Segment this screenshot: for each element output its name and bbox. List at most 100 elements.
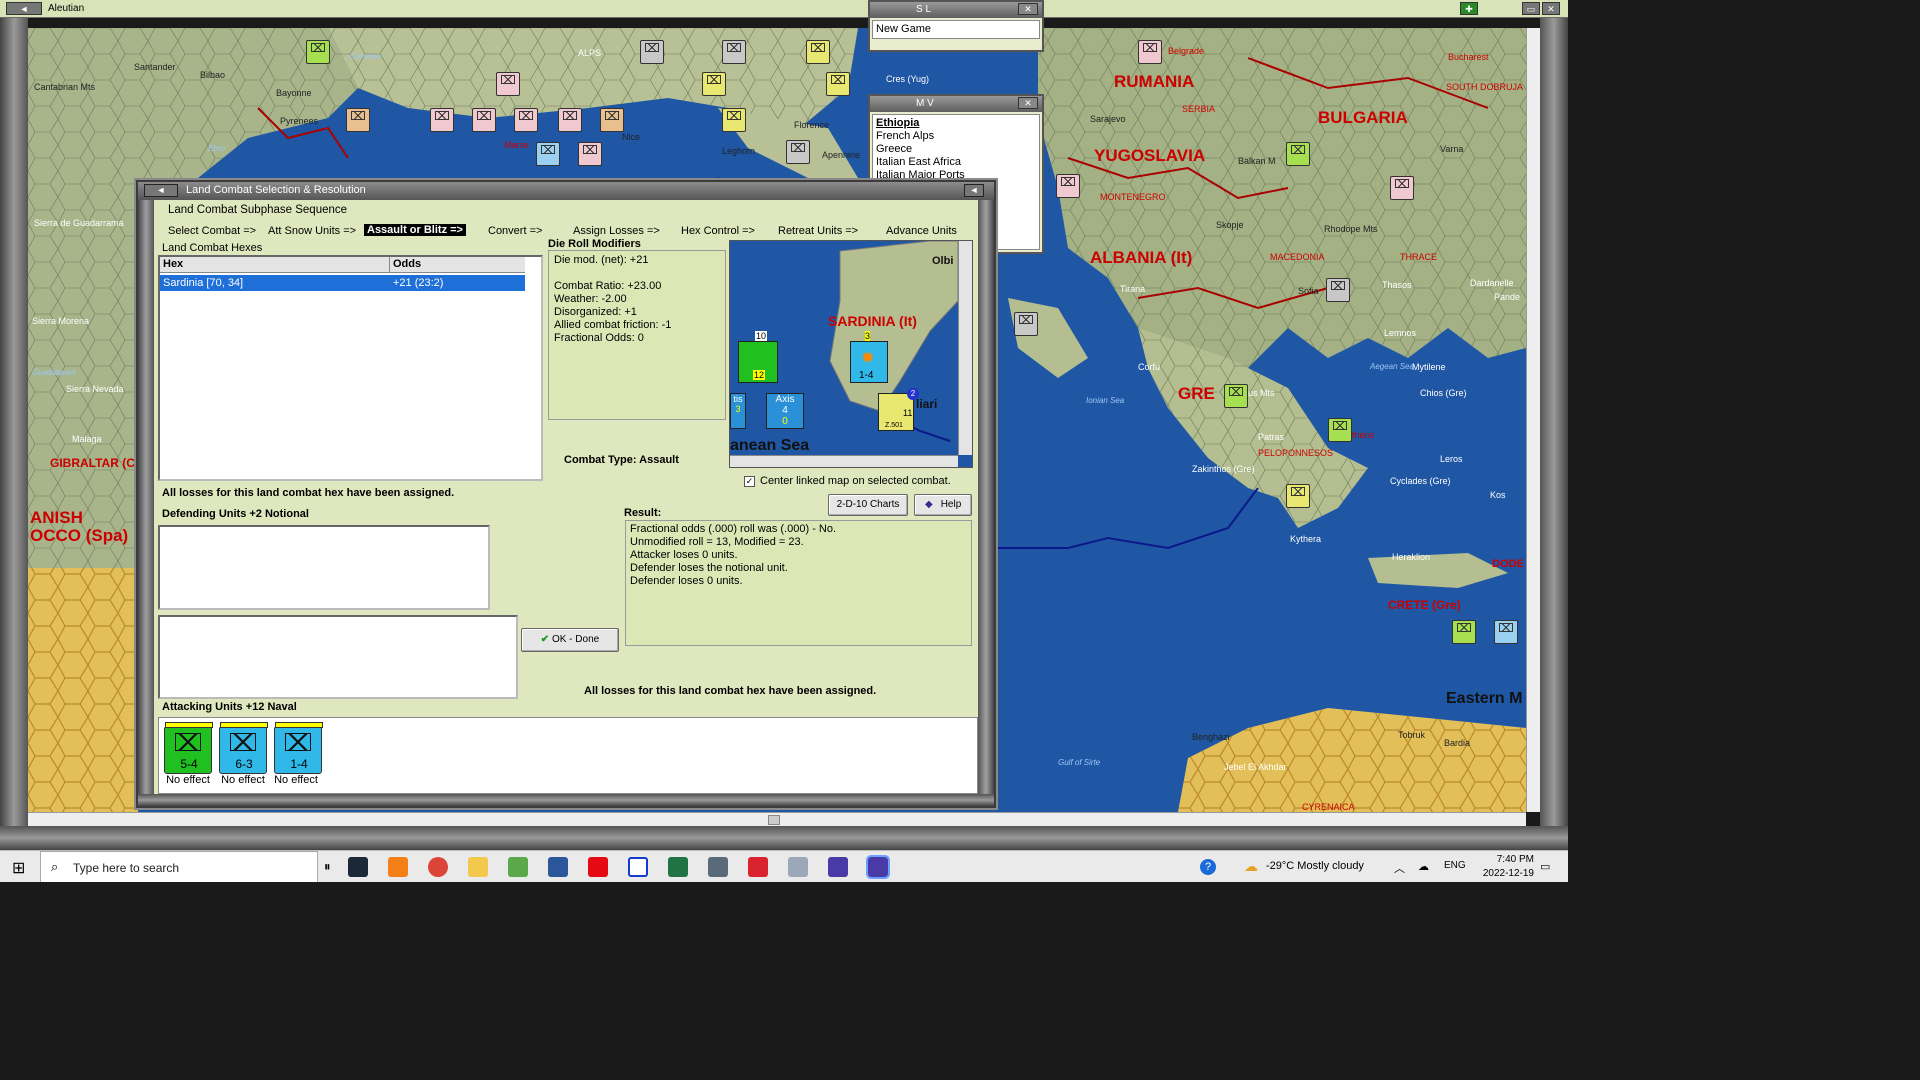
sl-panel-item[interactable]: New Game xyxy=(872,20,1040,39)
mv-list-item[interactable]: Ethiopia xyxy=(876,117,1036,130)
minimap-defender-counter[interactable]: 3 ✹ 1-4 xyxy=(850,331,888,383)
clock[interactable]: 7:40 PM 2022-12-19 xyxy=(1476,853,1534,881)
notifications-icon[interactable]: ▭ xyxy=(1540,860,1550,873)
weather-text[interactable]: -29°C Mostly cloudy xyxy=(1266,860,1364,872)
file-explorer-icon[interactable] xyxy=(468,857,488,877)
minimap-horizontal-scrollbar[interactable] xyxy=(730,455,958,467)
language-indicator[interactable]: ENG xyxy=(1444,860,1466,871)
help-button[interactable]: ◆ Help xyxy=(914,494,972,516)
help-tray-icon[interactable]: ? xyxy=(1200,859,1216,875)
windows-start-icon[interactable]: ⊞ xyxy=(12,858,25,878)
window-app-icon[interactable] xyxy=(788,857,808,877)
map-unit-counter[interactable] xyxy=(346,108,370,132)
hex-column-header[interactable]: Hex xyxy=(160,257,390,273)
steam-icon[interactable] xyxy=(348,857,368,877)
task-view-icon[interactable]: ⏸ xyxy=(324,859,331,875)
map-unit-counter[interactable] xyxy=(1326,278,1350,302)
mv-list-item[interactable]: Italian East Africa xyxy=(876,156,1036,169)
mv-panel-close-icon[interactable]: ✕ xyxy=(1018,97,1038,109)
map-unit-counter[interactable] xyxy=(1494,620,1518,644)
ok-done-button[interactable]: ✔ OK - Done xyxy=(521,628,619,652)
minimap-air-top: 2 xyxy=(907,388,919,400)
word-icon[interactable] xyxy=(548,857,568,877)
sl-panel-close-icon[interactable]: ✕ xyxy=(1018,3,1038,15)
seq-assign-losses[interactable]: Assign Losses => xyxy=(573,225,660,237)
map-unit-counter[interactable] xyxy=(786,140,810,164)
map-unit-counter[interactable] xyxy=(1328,418,1352,442)
map-unit-counter[interactable] xyxy=(536,142,560,166)
minimap-label-olbia: Olbi xyxy=(932,255,954,267)
close-icon[interactable]: ✕ xyxy=(1542,2,1560,15)
minimap-air-counter[interactable]: 2 11 Z.501 xyxy=(878,388,919,431)
sl-panel-title: S L xyxy=(916,4,932,15)
minimap-stack-counter[interactable]: 10 12 xyxy=(738,331,778,383)
map-unit-counter[interactable] xyxy=(558,108,582,132)
map-unit-counter[interactable] xyxy=(806,40,830,64)
map-unit-counter[interactable] xyxy=(1224,384,1248,408)
minimap-vertical-scrollbar[interactable] xyxy=(958,241,972,455)
map-unit-counter[interactable] xyxy=(1056,174,1080,198)
excel-icon[interactable] xyxy=(668,857,688,877)
chrome-icon[interactable] xyxy=(428,857,448,877)
linked-minimap[interactable]: SARDINIA (It) Olbi liari anean Sea 10 12… xyxy=(729,240,973,468)
map-unit-counter[interactable] xyxy=(1390,176,1414,200)
map-unit-counter[interactable] xyxy=(1138,40,1162,64)
map-unit-counter[interactable] xyxy=(1014,312,1038,336)
tray-chevron-icon[interactable]: ︿ xyxy=(1394,860,1405,876)
map-unit-counter[interactable] xyxy=(722,108,746,132)
map-unit-counter[interactable] xyxy=(826,72,850,96)
acrobat-icon[interactable] xyxy=(748,857,768,877)
seq-convert[interactable]: Convert => xyxy=(488,225,542,237)
map-unit-counter[interactable] xyxy=(702,72,726,96)
map-vertical-scrollbar[interactable] xyxy=(1526,28,1540,812)
odds-column-header[interactable]: Odds xyxy=(390,257,525,273)
seq-att-snow-units[interactable]: Att Snow Units => xyxy=(268,225,356,237)
minimap-left-box[interactable]: tis 3 xyxy=(730,393,746,429)
mv-list-item[interactable]: French Alps xyxy=(876,130,1036,143)
system-menu-icon[interactable]: ◄ xyxy=(6,2,42,15)
seq-hex-control[interactable]: Hex Control => xyxy=(681,225,755,237)
attacking-unit-1[interactable]: 5-4 xyxy=(164,722,213,774)
map-horizontal-scrollbar[interactable] xyxy=(28,812,1526,826)
calculator-icon[interactable] xyxy=(708,857,728,877)
charts-button[interactable]: 2-D-10 Charts xyxy=(828,494,908,516)
seq-assault-or-blitz[interactable]: Assault or Blitz => xyxy=(364,224,466,236)
map-unit-counter[interactable] xyxy=(472,108,496,132)
attacking-unit-2[interactable]: 6-3 xyxy=(219,722,268,774)
dialog-close-icon[interactable]: ◄ xyxy=(964,184,984,197)
game-app-active-icon[interactable] xyxy=(866,855,890,879)
map-unit-counter[interactable] xyxy=(1452,620,1476,644)
map-unit-counter[interactable] xyxy=(722,40,746,64)
result-label: Result: xyxy=(624,507,662,519)
attacking-unit-3[interactable]: 1-4 xyxy=(274,722,323,774)
taskbar-search[interactable]: ⌕ Type here to search xyxy=(40,851,318,882)
scroll-thumb[interactable] xyxy=(768,815,780,825)
map-unit-counter[interactable] xyxy=(514,108,538,132)
map-unit-counter[interactable] xyxy=(430,108,454,132)
map-unit-counter[interactable] xyxy=(1286,484,1310,508)
dialog-menu-icon[interactable]: ◄ xyxy=(144,184,178,197)
network-icon[interactable]: ☁ xyxy=(1418,860,1429,873)
attacking-unit-3-effect: No effect xyxy=(274,774,318,786)
vlc-icon[interactable] xyxy=(388,857,408,877)
disney-plus-icon[interactable] xyxy=(628,857,648,877)
map-unit-counter[interactable] xyxy=(496,72,520,96)
notepad-icon[interactable] xyxy=(508,857,528,877)
seq-retreat-units[interactable]: Retreat Units => xyxy=(778,225,858,237)
center-linked-checkbox[interactable]: ✓ xyxy=(744,476,755,487)
map-unit-counter[interactable] xyxy=(1286,142,1310,166)
netflix-icon[interactable] xyxy=(588,857,608,877)
mv-list-item[interactable]: Greece xyxy=(876,143,1036,156)
dialog-title: Land Combat Selection & Resolution xyxy=(186,184,366,196)
table-row[interactable]: Sardinia [70, 34] +21 (23:2) xyxy=(160,275,525,291)
minimap-axis-box[interactable]: Axis 4 0 xyxy=(766,393,804,429)
seq-select-combat[interactable]: Select Combat => xyxy=(168,225,256,237)
seq-advance-units[interactable]: Advance Units xyxy=(886,225,957,237)
restore-icon[interactable]: ▭ xyxy=(1522,2,1540,15)
map-unit-counter[interactable] xyxy=(640,40,664,64)
map-unit-counter[interactable] xyxy=(306,40,330,64)
map-unit-counter[interactable] xyxy=(578,142,602,166)
map-unit-counter[interactable] xyxy=(600,108,624,132)
map-label-nice: Nice xyxy=(622,132,641,142)
game-app-icon[interactable] xyxy=(828,857,848,877)
